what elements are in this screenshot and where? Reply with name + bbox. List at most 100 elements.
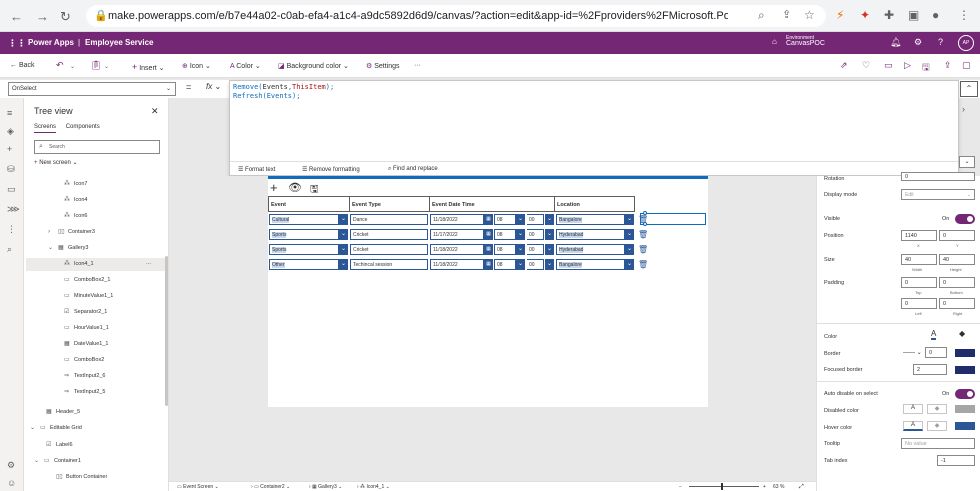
- power-automate-icon[interactable]: ⋙: [7, 204, 20, 215]
- chevron-down-icon[interactable]: ⌄: [625, 229, 634, 240]
- side-panel-icon[interactable]: ▣: [908, 8, 919, 22]
- disabled-fill-icon[interactable]: ◆: [927, 404, 947, 414]
- forward-arrow-icon[interactable]: →: [36, 9, 49, 24]
- star-icon[interactable]: ☆: [804, 8, 815, 22]
- formula-line-2[interactable]: Refresh(Events);: [230, 92, 958, 101]
- disabled-font-color-icon[interactable]: A: [903, 404, 923, 414]
- tree-node[interactable]: ☑ Separator2_1: [64, 306, 107, 319]
- data-icon[interactable]: ⛁: [7, 164, 15, 175]
- date-picker[interactable]: 11/18/2022: [430, 259, 484, 270]
- tree-node[interactable]: ☑ Label6: [46, 439, 73, 452]
- tree-node[interactable]: ▭ HourValue1_1: [64, 322, 109, 335]
- avatar[interactable]: AP: [958, 35, 974, 51]
- notification-icon[interactable]: 🔔︎: [890, 37, 901, 48]
- extension-bolt-icon[interactable]: ⚡: [836, 8, 844, 22]
- trash-icon[interactable]: 🗑︎: [638, 229, 648, 240]
- paste-icon[interactable]: 📋︎: [90, 60, 101, 71]
- formula-editor[interactable]: Remove(Events,ThisItem); Refresh(Events)…: [229, 80, 959, 176]
- tree-node-selected[interactable]: ⁂ Icon4_1 ···: [26, 258, 166, 271]
- collapse-formula-button[interactable]: ⌃: [960, 81, 978, 97]
- tree-node[interactable]: ▯▯ Button Container: [56, 471, 107, 484]
- chevron-down-icon[interactable]: ⌄: [545, 244, 554, 255]
- settings-button[interactable]: ⚙ Settings: [366, 62, 400, 70]
- chevron-down-icon[interactable]: ⌄: [339, 214, 348, 225]
- fit-screen-icon[interactable]: ⤢: [799, 484, 804, 491]
- hamburger-icon[interactable]: ≡: [7, 108, 12, 118]
- chevron-down-icon[interactable]: ⌄: [545, 259, 554, 270]
- app-screen[interactable]: + 👁︎ 🖫︎ Event Event Type Event Date Time…: [268, 176, 708, 407]
- hover-font-color-icon[interactable]: A: [903, 421, 923, 431]
- trash-icon[interactable]: 🗑︎: [638, 259, 648, 270]
- tree-node[interactable]: ⌄ ▭ Container1: [34, 455, 81, 468]
- variables-icon[interactable]: ⋮: [7, 224, 16, 235]
- insert-button[interactable]: + Insert ⌄: [132, 62, 165, 72]
- tree-search-input[interactable]: ⌕ Search: [34, 140, 160, 154]
- border-width-input[interactable]: 0: [925, 347, 947, 358]
- environment-picker[interactable]: Environment CanvasPOC: [786, 35, 825, 47]
- layers-icon[interactable]: ◈: [7, 126, 14, 137]
- formula-line-1[interactable]: Remove(Events,ThisItem);: [230, 81, 958, 92]
- resize-handle[interactable]: [643, 222, 647, 226]
- waffle-icon[interactable]: ⋮⋮: [8, 38, 26, 49]
- search-icon[interactable]: ⌕: [7, 244, 12, 255]
- calendar-icon[interactable]: ▦: [484, 259, 493, 270]
- trash-icon[interactable]: 🗑︎: [638, 244, 648, 255]
- event-combobox[interactable]: Cultural: [269, 214, 339, 225]
- chevron-down-icon[interactable]: ⌄: [625, 244, 634, 255]
- tree-node[interactable]: ▦ DateValue1_1: [64, 338, 108, 351]
- hour-dropdown[interactable]: 08: [494, 229, 516, 240]
- hour-dropdown[interactable]: 08: [494, 259, 516, 270]
- tree-node[interactable]: ⌄ ▦ Gallery3: [48, 242, 88, 255]
- location-combobox[interactable]: Bangalore: [556, 214, 625, 225]
- zoom-icon[interactable]: ⌕: [758, 8, 765, 23]
- breadcrumb-icon[interactable]: › ⁂ Icon4_1 ⌄: [357, 484, 390, 490]
- plus-icon[interactable]: +: [7, 144, 12, 154]
- chevron-down-icon[interactable]: ⌄: [516, 229, 525, 240]
- event-combobox[interactable]: Sports: [269, 229, 339, 240]
- position-x-input[interactable]: 1140: [901, 230, 937, 241]
- property-selector[interactable]: OnSelect ⌄: [8, 82, 176, 96]
- minute-dropdown[interactable]: 00: [527, 259, 544, 270]
- fx-icon[interactable]: fx ⌄: [206, 82, 221, 91]
- chevron-down-icon[interactable]: ⌄: [545, 229, 554, 240]
- chevron-down-icon[interactable]: ⌄: [516, 259, 525, 270]
- padding-bottom-input[interactable]: 0: [939, 277, 975, 288]
- event-type-input[interactable]: Techincal session: [350, 259, 428, 270]
- disabled-color-swatch[interactable]: [955, 405, 975, 413]
- close-icon[interactable]: ✕: [151, 106, 159, 117]
- chevron-right-icon[interactable]: ›: [962, 104, 965, 114]
- rotation-input[interactable]: 0: [901, 172, 975, 181]
- remove-formatting-button[interactable]: ☰ Remove formatting: [302, 166, 360, 173]
- chevron-down-icon[interactable]: ⌄: [48, 242, 58, 255]
- tree-node[interactable]: ⇒ TextInput2_6: [64, 370, 106, 383]
- chevron-down-icon[interactable]: ⌄: [625, 259, 634, 270]
- date-picker[interactable]: 11/18/2022: [430, 244, 484, 255]
- share-icon[interactable]: ⇪: [782, 8, 791, 21]
- icon-button[interactable]: ⊕ Icon ⌄: [182, 62, 211, 70]
- border-style-select[interactable]: —— ⌄: [903, 349, 922, 356]
- event-type-input[interactable]: Cricket: [350, 229, 428, 240]
- chevron-down-icon[interactable]: ⌄: [104, 63, 109, 70]
- zoom-slider[interactable]: [689, 486, 759, 487]
- breadcrumb-gallery[interactable]: › ▦ Gallery3 ⌄: [309, 484, 342, 490]
- chevron-down-icon[interactable]: ⌄: [30, 422, 40, 435]
- chevron-down-icon[interactable]: ⌄: [70, 63, 75, 70]
- tab-components[interactable]: Components: [66, 124, 100, 130]
- tree-node[interactable]: › ▯▯ Container3: [48, 226, 95, 239]
- minute-dropdown[interactable]: 00: [527, 229, 544, 240]
- url-text[interactable]: make.powerapps.com/e/b7e44a02-c0ab-efa4-…: [108, 10, 728, 22]
- back-arrow-icon[interactable]: ←: [10, 9, 23, 24]
- minute-dropdown[interactable]: 00: [527, 214, 544, 225]
- chevron-right-icon[interactable]: ›: [48, 226, 58, 239]
- background-color-button[interactable]: ◪ Background color ⌄: [278, 62, 349, 70]
- new-screen-button[interactable]: + New screen ⌄: [34, 159, 78, 166]
- calendar-icon[interactable]: ▦: [484, 214, 493, 225]
- play-icon[interactable]: ▷: [904, 60, 911, 71]
- hover-color-swatch[interactable]: [955, 422, 975, 430]
- tab-screens[interactable]: Screens: [34, 124, 57, 133]
- padding-right-input[interactable]: 0: [939, 298, 975, 309]
- chevron-down-icon[interactable]: ⌄: [339, 244, 348, 255]
- fill-color-icon[interactable]: ◆: [959, 330, 965, 338]
- date-picker[interactable]: 11/17/2022: [430, 229, 484, 240]
- hour-dropdown[interactable]: 08: [494, 214, 516, 225]
